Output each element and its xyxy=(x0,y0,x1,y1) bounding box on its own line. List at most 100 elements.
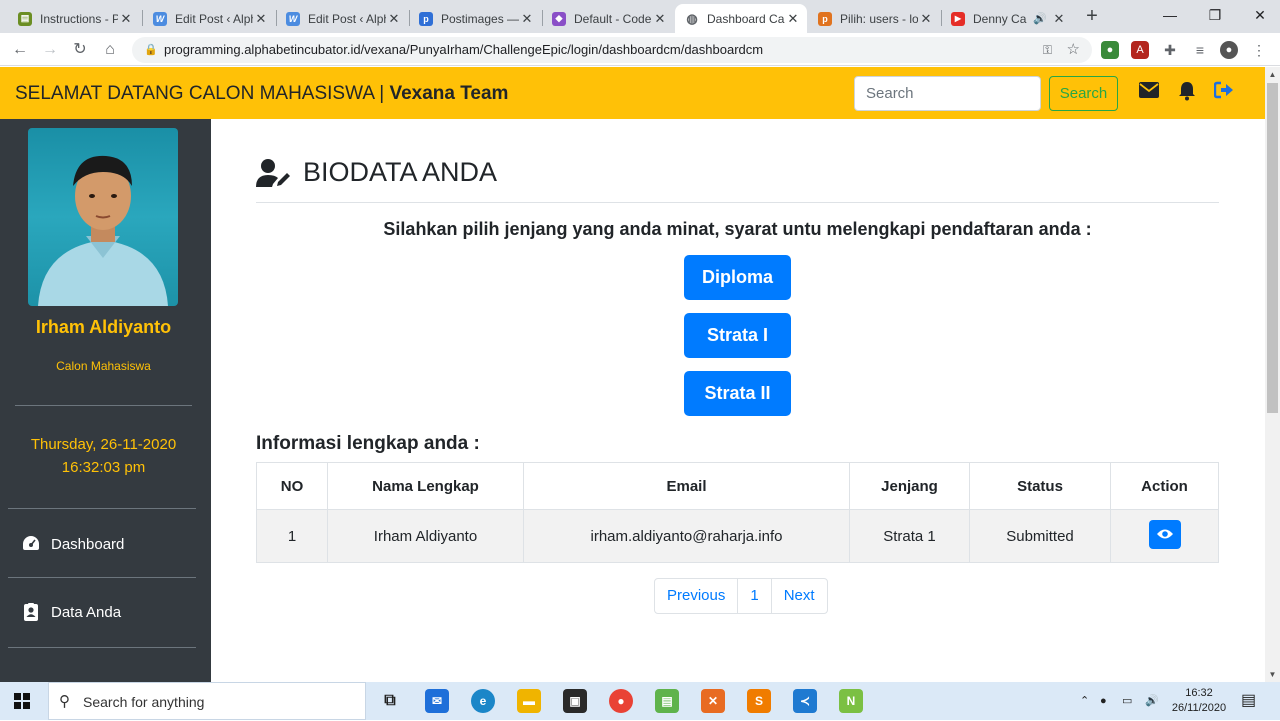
forward-arrow-icon[interactable]: → xyxy=(40,40,60,60)
pagination-next[interactable]: Next xyxy=(772,579,827,613)
address-bar[interactable]: 🔒 programming.alphabetincubator.id/vexan… xyxy=(132,37,1092,63)
date-time: Thursday, 26-11-2020 16:32:03 pm xyxy=(0,433,207,479)
extension-globe-icon[interactable]: ● xyxy=(1101,41,1119,59)
lock-icon[interactable]: 🔒 xyxy=(144,37,158,63)
tray-chevron-icon[interactable]: ⌃ xyxy=(1080,682,1089,720)
strata-1-button[interactable]: Strata I xyxy=(684,313,791,358)
search-button[interactable]: Search xyxy=(1049,76,1118,111)
cell-status: Submitted xyxy=(969,509,1111,563)
page-title: BIODATA ANDA xyxy=(256,157,497,188)
view-button[interactable] xyxy=(1148,519,1181,549)
profile-avatar-icon[interactable]: ● xyxy=(1220,41,1238,59)
column-header: Status xyxy=(969,462,1111,510)
tab-title: Edit Post ‹ Alph xyxy=(175,11,253,26)
info-heading: Informasi lengkap anda : xyxy=(256,433,480,454)
key-icon[interactable]: ⚿ xyxy=(1043,37,1052,63)
task-view-icon[interactable]: ⧉ xyxy=(378,689,402,713)
user-role: Calon Mahasiswa xyxy=(56,359,151,373)
tab-close-icon[interactable]: ✕ xyxy=(918,11,934,27)
extensions-puzzle-icon[interactable]: ✚ xyxy=(1161,41,1179,59)
close-window-icon[interactable]: ✕ xyxy=(1245,4,1275,28)
tab-title: Postimages — xyxy=(441,11,519,26)
browser-tab[interactable]: W Edit Post ‹ Alph ✕ xyxy=(143,4,275,33)
notepad-plus-app-icon[interactable]: N xyxy=(839,689,863,713)
tab-close-icon[interactable]: ✕ xyxy=(652,11,668,27)
globe-favicon-icon: ◍ xyxy=(685,10,699,26)
column-header: Jenjang xyxy=(849,462,970,510)
tray-display-icon[interactable]: ▭ xyxy=(1122,682,1132,720)
tray-volume-icon[interactable]: 🔊 xyxy=(1145,682,1159,720)
cell-no: 1 xyxy=(256,509,328,563)
tab-close-icon[interactable]: ✕ xyxy=(386,11,402,27)
android-app-icon[interactable]: ▤ xyxy=(655,689,679,713)
minimize-icon[interactable]: — xyxy=(1155,4,1185,28)
envelope-icon[interactable] xyxy=(1138,81,1160,103)
xampp-app-icon[interactable]: ✕ xyxy=(701,689,725,713)
pagination-previous[interactable]: Previous xyxy=(655,579,739,613)
main-content: BIODATA ANDA Silahkan pilih jenjang yang… xyxy=(211,119,1265,682)
sidebar-divider xyxy=(8,577,196,578)
tab-close-icon[interactable]: ✕ xyxy=(118,11,134,27)
sidebar-item-data-anda[interactable]: Data Anda xyxy=(22,602,121,622)
tab-close-icon[interactable]: ✕ xyxy=(1051,11,1067,27)
page-scrollbar[interactable]: ▲ ▼ xyxy=(1265,67,1280,682)
file-explorer-icon[interactable]: ▬ xyxy=(517,689,541,713)
windows-start-icon[interactable] xyxy=(14,693,30,714)
tab-close-icon[interactable]: ✕ xyxy=(519,11,535,27)
reload-icon[interactable]: ↻ xyxy=(70,40,90,60)
sidebar-divider xyxy=(8,508,196,509)
browser-tab[interactable]: p Postimages — ✕ xyxy=(409,4,541,33)
back-arrow-icon[interactable]: ← xyxy=(10,40,30,60)
acrobat-extension-icon[interactable]: A xyxy=(1131,41,1149,59)
cell-name: Irham Aldiyanto xyxy=(327,509,524,563)
taskbar-clock[interactable]: 16:32 26/11/2020 xyxy=(1168,686,1230,716)
user-name: Irham Aldiyanto xyxy=(35,317,172,337)
new-tab-button[interactable]: + xyxy=(1081,6,1103,28)
codepen-favicon-icon: ◆ xyxy=(552,11,566,26)
scroll-down-arrow-icon[interactable]: ▼ xyxy=(1265,667,1280,682)
vscode-app-icon[interactable]: ≺ xyxy=(793,689,817,713)
tray-network-globe-icon[interactable]: ● xyxy=(1100,682,1107,720)
browser-tab-active[interactable]: ◍ Dashboard Ca ✕ xyxy=(675,4,807,33)
browser-tab[interactable]: W Edit Post ‹ Alph ✕ xyxy=(276,4,408,33)
browser-tab[interactable]: ▶ Denny Ca 🔊 ✕ xyxy=(941,4,1073,33)
tab-close-icon[interactable]: ✕ xyxy=(785,11,801,27)
tachometer-icon xyxy=(22,535,40,553)
mail-app-icon[interactable]: ✉ xyxy=(425,689,449,713)
pagination-page-1[interactable]: 1 xyxy=(738,579,772,613)
sign-out-icon[interactable] xyxy=(1213,81,1235,103)
registration-table: NO Nama Lengkap Email Jenjang Status Act… xyxy=(256,462,1219,563)
browser-tab[interactable]: p Pilih: users - lo ✕ xyxy=(808,4,940,33)
maximize-icon[interactable]: ❐ xyxy=(1200,4,1230,28)
diploma-button[interactable]: Diploma xyxy=(684,255,791,300)
clock-time: 16:32 xyxy=(1185,687,1213,699)
pagination: Previous 1 Next xyxy=(654,578,828,614)
column-header: Email xyxy=(523,462,850,510)
sidebar-item-dashboard[interactable]: Dashboard xyxy=(22,534,124,554)
notifications-icon[interactable]: ▤ xyxy=(1241,682,1256,720)
speaker-icon[interactable]: 🔊 xyxy=(1033,12,1047,25)
media-control-icon[interactable]: ≡ xyxy=(1191,41,1209,59)
instructions-favicon-icon: ▤ xyxy=(18,11,32,26)
chrome-app-icon[interactable]: ● xyxy=(609,689,633,713)
strata-2-button[interactable]: Strata II xyxy=(684,371,791,416)
taskbar-search[interactable]: ⚲ Search for anything xyxy=(48,682,366,720)
scroll-up-arrow-icon[interactable]: ▲ xyxy=(1265,67,1280,82)
browser-tab[interactable]: ◆ Default - Code ✕ xyxy=(542,4,674,33)
tab-title: Default - Code xyxy=(574,11,652,26)
bookmark-star-icon[interactable]: ☆ xyxy=(1067,37,1080,63)
tab-title: Edit Post ‹ Alph xyxy=(308,11,386,26)
tab-close-icon[interactable]: ✕ xyxy=(253,11,269,27)
scrollbar-thumb[interactable] xyxy=(1267,83,1278,413)
store-app-icon[interactable]: ▣ xyxy=(563,689,587,713)
tab-title: Pilih: users - lo xyxy=(840,11,918,26)
table-header-row: NO Nama Lengkap Email Jenjang Status Act… xyxy=(256,462,1219,510)
home-icon[interactable]: ⌂ xyxy=(100,40,120,60)
browser-menu-icon[interactable]: ⋮ xyxy=(1250,41,1268,59)
bell-icon[interactable] xyxy=(1176,81,1198,103)
profile-photo xyxy=(28,128,178,306)
browser-tab[interactable]: ▤ Instructions - P ✕ xyxy=(8,4,140,33)
edge-app-icon[interactable]: e xyxy=(471,689,495,713)
sublime-app-icon[interactable]: S xyxy=(747,689,771,713)
search-input[interactable] xyxy=(854,76,1041,111)
